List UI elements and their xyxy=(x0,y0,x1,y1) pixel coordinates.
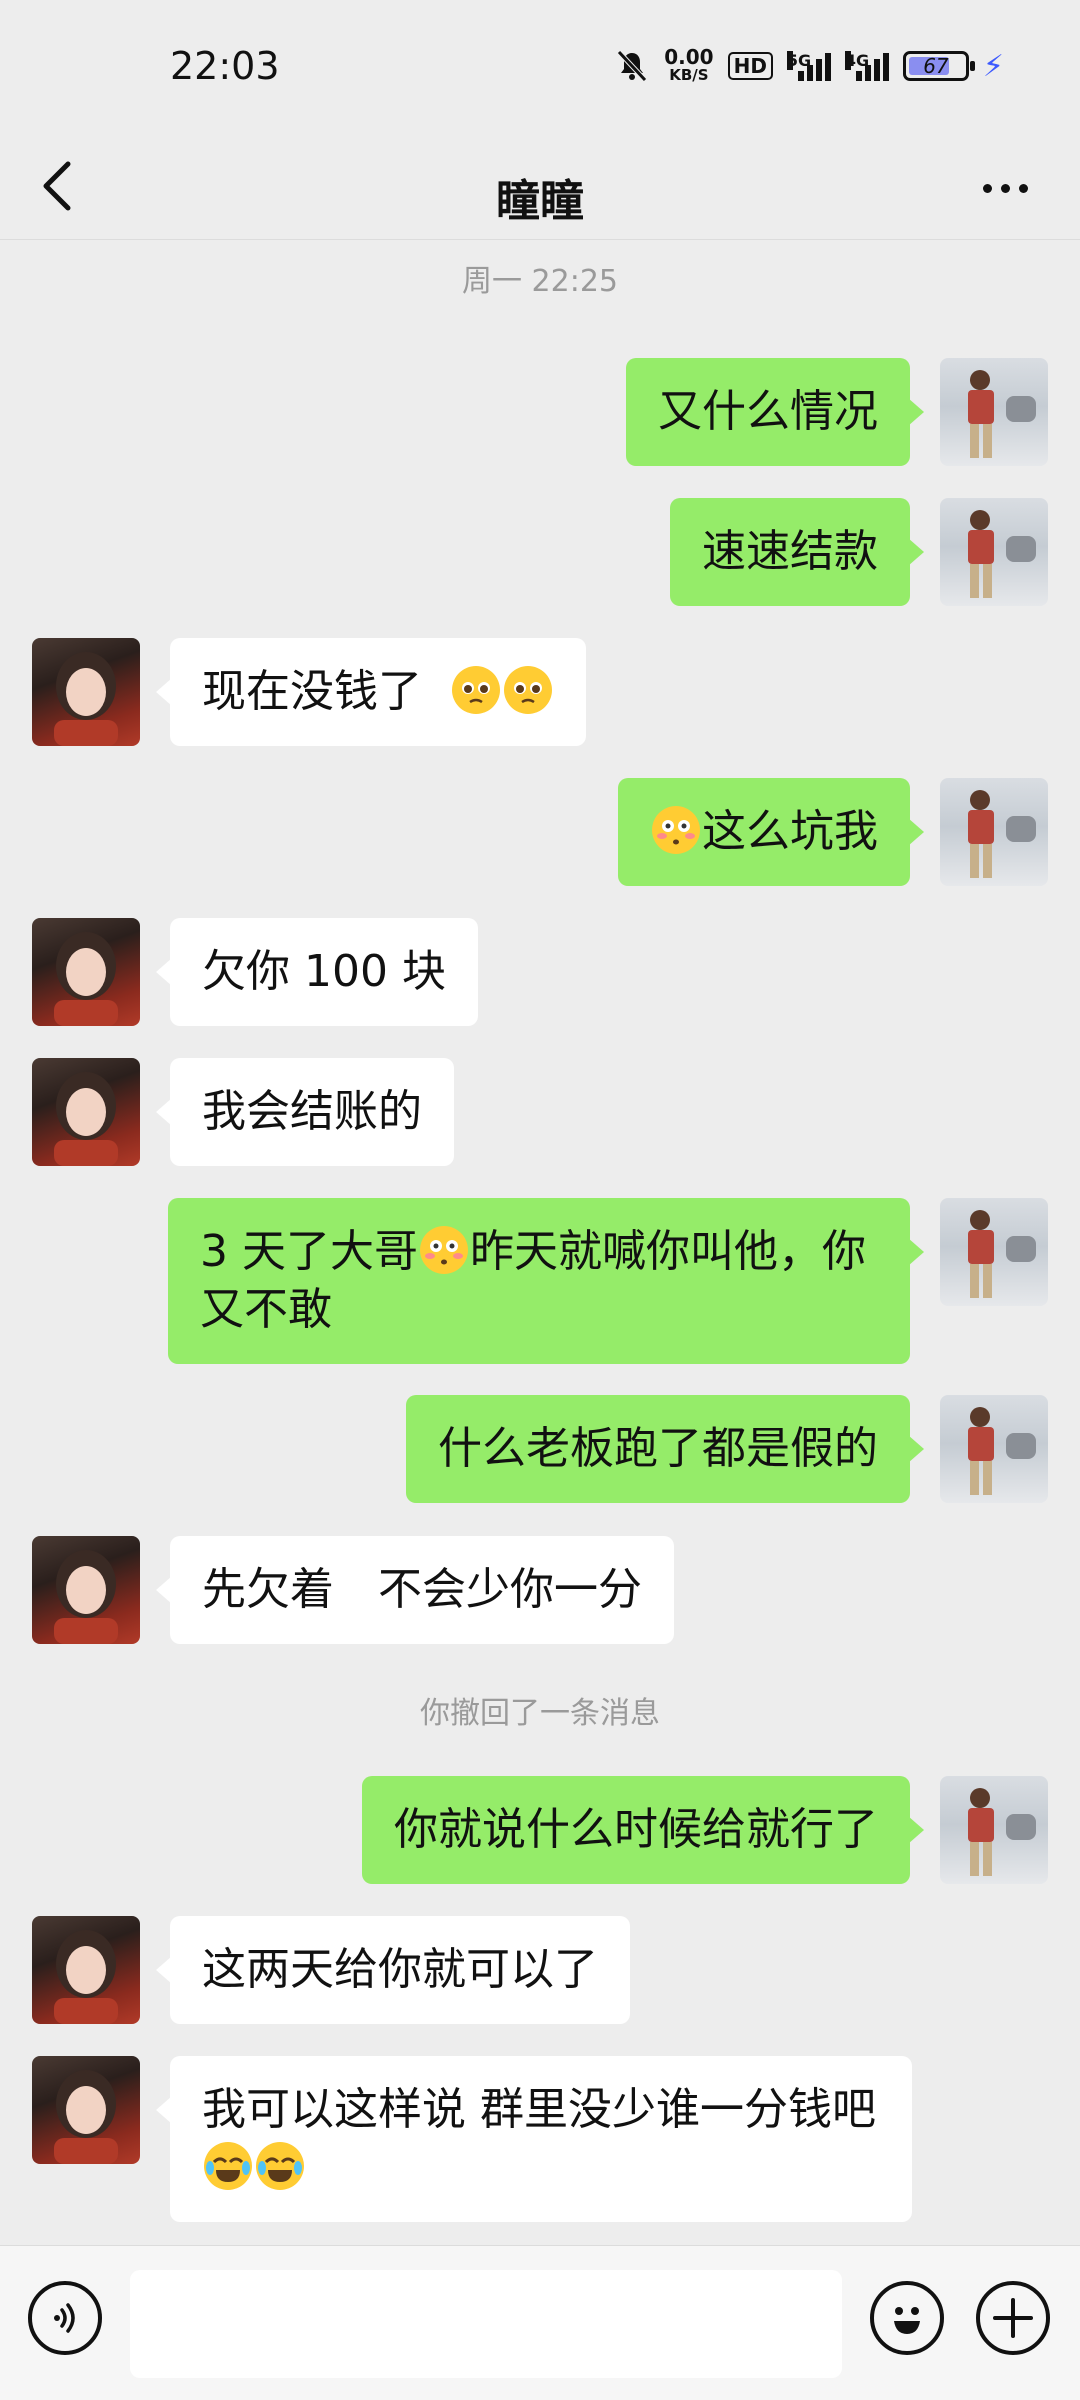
avatar-girl-image xyxy=(54,1072,118,1166)
signal-5g-icon: 5G xyxy=(786,51,831,81)
chat-title: 瞳瞳 xyxy=(496,176,584,227)
chat-header: 瞳瞳 xyxy=(0,135,1080,240)
status-bar: 22:03 0.00 KB/S HD 5G 4G 67 ⚡ xyxy=(0,0,1080,135)
message-text: 我可以这样说 群里没少谁一分钱吧 xyxy=(202,2084,876,2135)
charging-bolt-icon: ⚡ xyxy=(982,48,1004,84)
battery-icon: 67 xyxy=(902,51,975,81)
avatar-girl-image xyxy=(54,1930,118,2024)
smiley-icon xyxy=(894,2307,920,2334)
my-avatar[interactable] xyxy=(940,1776,1048,1884)
input-bar xyxy=(0,2245,1080,2400)
flushed-face-emoji xyxy=(419,1226,468,1274)
contact-avatar[interactable] xyxy=(32,1536,140,1644)
message-bubble-outgoing[interactable]: 3 天了大哥 昨天就喊你叫他，你又不敢 xyxy=(168,1198,924,1364)
my-avatar[interactable] xyxy=(940,498,1048,606)
plus-icon xyxy=(993,2298,1033,2338)
net-speed-value: 0.00 xyxy=(664,45,714,69)
net-speed: 0.00 KB/S xyxy=(664,45,714,84)
my-avatar[interactable] xyxy=(940,1198,1048,1306)
message-bubble-incoming[interactable]: 我可以这样说 群里没少谁一分钱吧 xyxy=(156,2056,912,2222)
message-bubble-outgoing[interactable]: 速速结款 xyxy=(670,498,924,606)
avatar-man-image xyxy=(968,1210,1036,1298)
battery-level: 67 xyxy=(923,54,949,78)
more-dots-icon xyxy=(982,183,992,193)
message-bubble-incoming[interactable]: 现在没钱了 xyxy=(156,638,586,746)
signal-4g-label: 4G xyxy=(844,51,870,70)
avatar-girl-image xyxy=(54,1550,118,1644)
my-avatar[interactable] xyxy=(940,778,1048,886)
crying-laughing-emoji xyxy=(256,2142,304,2190)
signal-5g-label: 5G xyxy=(786,51,812,70)
message-text: 这么坑我 xyxy=(702,806,878,857)
message-timestamp: 周一 22:25 xyxy=(462,264,618,299)
avatar-girl-image xyxy=(54,652,118,746)
message-bubble-outgoing[interactable]: 又什么情况 xyxy=(626,358,924,466)
contact-avatar[interactable] xyxy=(32,918,140,1026)
message-bubble-incoming[interactable]: 我会结账的 xyxy=(156,1058,454,1166)
my-avatar[interactable] xyxy=(940,358,1048,466)
contact-avatar[interactable] xyxy=(32,1058,140,1166)
avatar-man-image xyxy=(968,790,1036,878)
message-bubble-outgoing[interactable]: 什么老板跑了都是假的 xyxy=(406,1395,924,1503)
status-time: 22:03 xyxy=(170,44,280,88)
voice-input-button[interactable] xyxy=(28,2281,102,2355)
avatar-man-image xyxy=(968,1407,1036,1495)
my-avatar[interactable] xyxy=(940,1395,1048,1503)
recall-notice: 你撤回了一条消息 xyxy=(420,1696,660,1731)
hd-icon: HD xyxy=(727,52,773,80)
message-text-field[interactable] xyxy=(130,2270,842,2378)
signal-4g-icon: 4G xyxy=(844,51,889,81)
contact-avatar[interactable] xyxy=(32,638,140,746)
status-icons: 0.00 KB/S HD 5G 4G 67 ⚡ xyxy=(614,46,1004,86)
pleading-face-emoji xyxy=(503,666,552,714)
more-options-button[interactable] xyxy=(970,163,1040,213)
message-text: 现在没钱了 xyxy=(202,666,422,717)
mute-bell-icon xyxy=(617,50,648,82)
crying-laughing-emoji xyxy=(204,2142,252,2190)
voice-wave-icon xyxy=(54,2303,75,2333)
message-list[interactable]: 周一 22:25 又什么情况 速速结款 现在没钱了 这么坑我 欠你 100 块 … xyxy=(0,240,1080,2245)
flushed-face-emoji xyxy=(652,806,700,854)
message-bubble-incoming[interactable]: 欠你 100 块 xyxy=(156,918,478,1026)
message-input[interactable] xyxy=(130,2270,842,2378)
avatar-man-image xyxy=(968,1788,1036,1876)
contact-avatar[interactable] xyxy=(32,1916,140,2024)
more-actions-button[interactable] xyxy=(976,2281,1050,2355)
message-bubble-incoming[interactable]: 先欠着 不会少你一分 xyxy=(156,1536,674,1644)
message-bubble-outgoing[interactable]: 你就说什么时候给就行了 xyxy=(362,1776,924,1884)
contact-avatar[interactable] xyxy=(32,2056,140,2164)
avatar-girl-image xyxy=(54,2070,118,2164)
message-text: 3 天了大哥 xyxy=(200,1226,418,1277)
pleading-face-emoji xyxy=(451,666,500,714)
message-bubble-incoming[interactable]: 这两天给你就可以了 xyxy=(156,1916,630,2024)
message-bubble-outgoing[interactable]: 这么坑我 xyxy=(618,778,924,886)
net-speed-unit: KB/S xyxy=(669,66,709,84)
avatar-man-image xyxy=(968,510,1036,598)
avatar-girl-image xyxy=(54,932,118,1026)
avatar-man-image xyxy=(968,370,1036,458)
emoji-button[interactable] xyxy=(870,2281,944,2355)
